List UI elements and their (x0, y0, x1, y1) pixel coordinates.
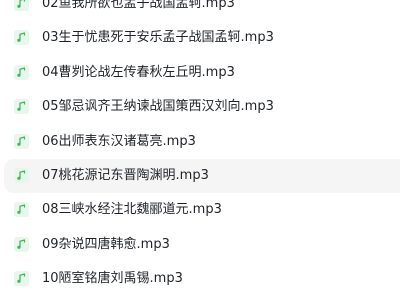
file-name: 04曹刿论战左传春秋左丘明.mp3 (42, 64, 235, 80)
list-item[interactable]: 10陋室铭唐刘禹锡.mp3 (0, 262, 400, 296)
file-name: 02鱼我所欲也孟子战国孟轲.mp3 (42, 0, 235, 11)
audio-file-icon (14, 0, 29, 11)
file-name: 08三峡水经注北魏郦道元.mp3 (42, 202, 222, 218)
file-name: 05邹忌讽齐王纳谏战国策西汉刘向.mp3 (42, 99, 274, 115)
file-name: 07桃花源记东晋陶渊明.mp3 (42, 167, 209, 183)
file-name: 06出师表东汉诸葛亮.mp3 (42, 133, 196, 149)
audio-file-icon (14, 202, 29, 218)
audio-file-icon (14, 133, 29, 149)
file-list: 02鱼我所欲也孟子战国孟轲.mp3 03生于忧患死于安乐孟子战国孟轲.mp3 0… (0, 0, 400, 297)
audio-file-icon (14, 271, 29, 287)
list-item[interactable]: 02鱼我所欲也孟子战国孟轲.mp3 (0, 0, 400, 21)
audio-file-icon (14, 236, 29, 252)
list-item[interactable]: 08三峡水经注北魏郦道元.mp3 (0, 193, 400, 227)
list-item[interactable]: 05邹忌讽齐王纳谏战国策西汉刘向.mp3 (0, 90, 400, 124)
list-item[interactable]: 09杂说四唐韩愈.mp3 (0, 228, 400, 262)
file-name: 03生于忧患死于安乐孟子战国孟轲.mp3 (42, 30, 274, 46)
audio-file-icon (14, 99, 29, 115)
list-item[interactable]: 06出师表东汉诸葛亮.mp3 (0, 125, 400, 159)
list-item-highlighted[interactable]: 07桃花源记东晋陶渊明.mp3 (4, 158, 400, 193)
audio-file-icon (14, 167, 29, 183)
audio-file-icon (14, 64, 29, 80)
file-name: 09杂说四唐韩愈.mp3 (42, 236, 170, 252)
list-item[interactable]: 04曹刿论战左传春秋左丘明.mp3 (0, 56, 400, 90)
list-item[interactable]: 03生于忧患死于安乐孟子战国孟轲.mp3 (0, 21, 400, 55)
file-name: 10陋室铭唐刘禹锡.mp3 (42, 271, 183, 287)
audio-file-icon (14, 30, 29, 46)
